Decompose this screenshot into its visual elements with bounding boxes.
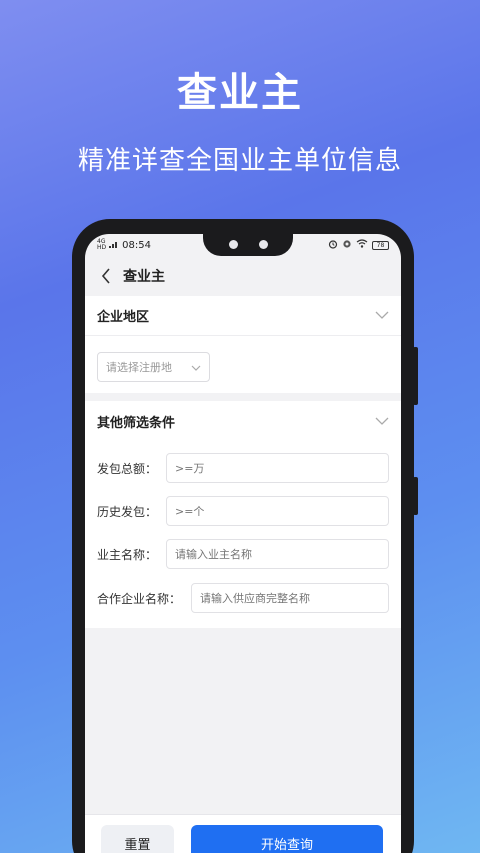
alarm-icon (328, 239, 338, 252)
signal-icon (109, 240, 119, 251)
region-section-title: 企业地区 (97, 310, 150, 325)
settings-status-icon (342, 239, 352, 252)
battery-level: 78 (376, 241, 385, 249)
phone-frame: 4G HD 08:54 78 查业主 企业地区 请选择注册地 其他筛选条件 发包… (72, 219, 418, 853)
status-time: 08:54 (122, 239, 151, 251)
bottom-action-bar: 重置 开始查询 (85, 814, 401, 853)
hd-label: HD (97, 244, 107, 251)
filter-section: 其他筛选条件 发包总额： 历史发包： 业主名称： 合作企业名称： (85, 401, 401, 628)
promo-subtitle: 精准详查全国业主单位信息 (77, 146, 402, 176)
chevron-down-icon (191, 361, 201, 374)
field-label: 发包总额： (97, 461, 158, 476)
filter-section-header[interactable]: 其他筛选条件 (85, 401, 401, 441)
partner-name-field: 合作企业名称： (97, 583, 389, 613)
field-label: 合作企业名称： (97, 591, 182, 606)
region-select-placeholder: 请选择注册地 (106, 361, 172, 374)
owner-name-field: 业主名称： (97, 539, 389, 569)
region-select[interactable]: 请选择注册地 (97, 352, 210, 382)
chevron-down-icon (375, 414, 389, 429)
history-contract-input[interactable] (166, 496, 389, 526)
signal-indicator: 4G HD (97, 239, 106, 251)
owner-name-input[interactable] (166, 539, 389, 569)
start-query-button[interactable]: 开始查询 (191, 825, 383, 853)
history-contract-field: 历史发包： (97, 496, 389, 526)
partner-name-input[interactable] (191, 583, 389, 613)
reset-button[interactable]: 重置 (101, 825, 174, 853)
total-contract-input[interactable] (166, 453, 389, 483)
battery-icon: 78 (372, 240, 389, 250)
total-contract-field: 发包总额： (97, 453, 389, 483)
region-section: 企业地区 请选择注册地 (85, 296, 401, 393)
camera-dot (229, 240, 238, 249)
page-title: 查业主 (123, 269, 165, 285)
region-section-header[interactable]: 企业地区 (85, 296, 401, 336)
chevron-down-icon (375, 308, 389, 323)
back-icon[interactable] (95, 265, 117, 287)
camera-notch (203, 234, 293, 256)
phone-screen: 4G HD 08:54 78 查业主 企业地区 请选择注册地 其他筛选条件 发包… (85, 234, 401, 853)
filter-section-title: 其他筛选条件 (97, 415, 176, 431)
field-label: 业主名称： (97, 547, 158, 562)
phone-side-button (413, 347, 418, 405)
wifi-icon (356, 239, 368, 251)
field-label: 历史发包： (97, 504, 158, 519)
nav-bar: 查业主 (85, 256, 401, 296)
camera-dot (259, 240, 268, 249)
phone-side-button (413, 477, 418, 515)
promo-title: 查业主 (177, 70, 303, 116)
